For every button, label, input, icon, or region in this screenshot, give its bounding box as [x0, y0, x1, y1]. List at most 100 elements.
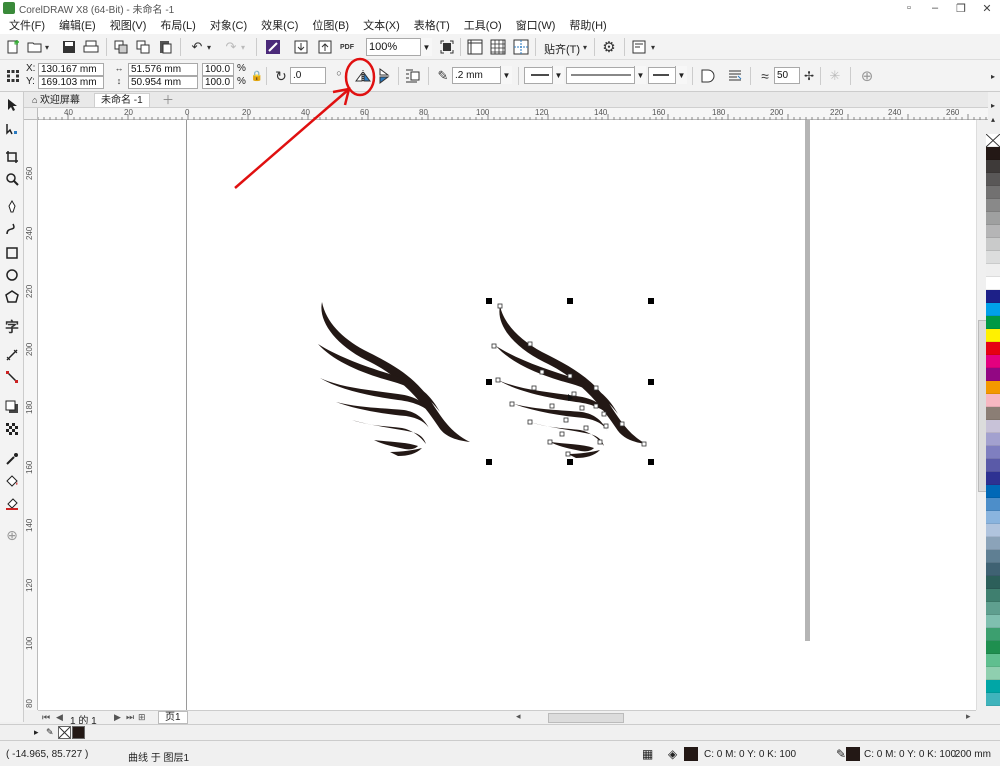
- page-tab[interactable]: 页1: [158, 711, 188, 724]
- paste-icon[interactable]: [156, 38, 174, 56]
- palette-swatch[interactable]: [986, 589, 1000, 602]
- handle-middle-left[interactable]: [486, 379, 492, 385]
- doc-palette-black-swatch[interactable]: [72, 726, 85, 739]
- palette-swatch[interactable]: [986, 498, 1000, 511]
- full-screen-icon[interactable]: [438, 38, 456, 56]
- horizontal-ruler[interactable]: 40 20 0 20 40 60 80 100 120 140 160 180 …: [38, 108, 988, 120]
- outline-width-dropdown-icon[interactable]: ▼: [500, 66, 512, 84]
- line-style-field[interactable]: [566, 67, 636, 84]
- palette-swatch[interactable]: [986, 212, 1000, 225]
- node-spread-icon[interactable]: ✳: [826, 67, 844, 85]
- window-help-icon[interactable]: ▫: [896, 2, 922, 15]
- application-launcher-icon[interactable]: [630, 38, 648, 56]
- last-page-icon[interactable]: ⏭: [126, 712, 134, 723]
- palette-swatch[interactable]: [986, 186, 1000, 199]
- palette-swatch[interactable]: [986, 225, 1000, 238]
- fill-indicator-icon[interactable]: ◈: [668, 747, 677, 761]
- palette-swatch[interactable]: [986, 342, 1000, 355]
- polygon-tool-icon[interactable]: [3, 288, 21, 306]
- object-width-field[interactable]: 51.576 mm: [128, 63, 198, 76]
- menu-bitmaps[interactable]: 位图(B): [307, 17, 358, 33]
- wing-left-object[interactable]: [314, 300, 474, 460]
- eyedropper-tool-icon[interactable]: [3, 450, 21, 468]
- palette-swatch[interactable]: [986, 472, 1000, 485]
- menu-layout[interactable]: 布局(L): [155, 17, 204, 33]
- palette-swatch[interactable]: [986, 407, 1000, 420]
- scale-width-field[interactable]: 100.0: [202, 63, 234, 76]
- lock-ratio-icon[interactable]: 🔒: [248, 67, 266, 85]
- palette-swatch[interactable]: [986, 329, 1000, 342]
- handle-top-left[interactable]: [486, 298, 492, 304]
- menu-object[interactable]: 对象(C): [205, 17, 256, 33]
- tab-document[interactable]: 未命名 -1: [94, 93, 150, 107]
- freehand-tool-icon[interactable]: [3, 198, 21, 216]
- palette-swatch[interactable]: [986, 628, 1000, 641]
- palette-swatch[interactable]: [986, 173, 1000, 186]
- menu-file[interactable]: 文件(F): [4, 17, 54, 33]
- menu-text[interactable]: 文本(X): [358, 17, 409, 33]
- property-bar-overflow-icon[interactable]: ▸: [988, 67, 998, 85]
- open-dropdown-icon[interactable]: ▾: [42, 38, 52, 56]
- selection-handles[interactable]: [484, 298, 654, 468]
- scroll-left-icon[interactable]: ◂: [516, 711, 521, 722]
- undo-dropdown-icon[interactable]: ▾: [204, 38, 214, 56]
- zoom-tool-icon[interactable]: [3, 170, 21, 188]
- wrap-text-icon[interactable]: [404, 67, 422, 85]
- previous-page-icon[interactable]: ◀: [56, 712, 63, 723]
- palette-swatch[interactable]: [986, 693, 1000, 706]
- palette-swatch[interactable]: [986, 680, 1000, 693]
- palette-swatch[interactable]: [986, 355, 1000, 368]
- mirror-vertical-icon[interactable]: [376, 67, 394, 85]
- palette-swatch[interactable]: [986, 420, 1000, 433]
- handle-middle-right[interactable]: [648, 379, 654, 385]
- publish-pdf-icon[interactable]: PDF: [338, 38, 356, 56]
- scale-height-field[interactable]: 100.0: [202, 76, 234, 89]
- handle-top-center[interactable]: [567, 298, 573, 304]
- object-origin-icon[interactable]: [4, 67, 22, 85]
- palette-swatch[interactable]: [986, 524, 1000, 537]
- ellipse-tool-icon[interactable]: [3, 266, 21, 284]
- palette-swatch[interactable]: [986, 602, 1000, 615]
- handle-bottom-left[interactable]: [486, 459, 492, 465]
- add-page-icon[interactable]: ⊞: [138, 712, 146, 723]
- x-position-field[interactable]: 130.167 mm: [38, 63, 104, 76]
- outline-color-chip[interactable]: [846, 747, 860, 761]
- rectangle-tool-icon[interactable]: [3, 244, 21, 262]
- palette-swatch[interactable]: [986, 459, 1000, 472]
- palette-swatch[interactable]: [986, 576, 1000, 589]
- curve-smoothing-field[interactable]: 50: [774, 67, 800, 84]
- horizontal-scroll-thumb[interactable]: [548, 713, 624, 723]
- interactive-fill-tool-icon[interactable]: [3, 472, 21, 490]
- handle-top-right[interactable]: [648, 298, 654, 304]
- end-arrowhead-dropdown-icon[interactable]: ▼: [675, 66, 687, 84]
- palette-swatch[interactable]: [986, 277, 1000, 290]
- palette-swatch[interactable]: [986, 316, 1000, 329]
- palette-swatch[interactable]: [986, 641, 1000, 654]
- tab-welcome-screen[interactable]: ⌂ 欢迎屏幕: [26, 93, 86, 107]
- palette-swatch[interactable]: [986, 394, 1000, 407]
- snap-to-menu[interactable]: 贴齐(T): [544, 41, 580, 57]
- object-height-field[interactable]: 50.954 mm: [128, 76, 198, 89]
- palette-swatch[interactable]: [986, 511, 1000, 524]
- smoothing-slider-icon[interactable]: ✢: [800, 67, 818, 85]
- palette-swatch[interactable]: [986, 264, 1000, 277]
- scroll-right-icon[interactable]: ▸: [966, 711, 971, 722]
- handle-bottom-center[interactable]: [567, 459, 573, 465]
- line-style-dropdown-icon[interactable]: ▼: [634, 66, 646, 84]
- palette-swatch[interactable]: [986, 147, 1000, 160]
- restore-button[interactable]: ❐: [948, 2, 974, 15]
- pick-tool-icon[interactable]: [3, 96, 21, 114]
- menu-edit[interactable]: 编辑(E): [54, 17, 105, 33]
- search-content-icon[interactable]: [264, 38, 282, 56]
- palette-swatch[interactable]: [986, 654, 1000, 667]
- smart-fill-tool-icon[interactable]: [3, 494, 21, 512]
- palette-swatch[interactable]: [986, 199, 1000, 212]
- palette-swatch[interactable]: [986, 537, 1000, 550]
- close-curve-icon[interactable]: [698, 67, 716, 85]
- copy-icon[interactable]: [134, 38, 152, 56]
- mirror-horizontal-icon[interactable]: [354, 67, 372, 85]
- palette-swatch[interactable]: [986, 160, 1000, 173]
- palette-swatch[interactable]: [986, 433, 1000, 446]
- export-arrow-icon[interactable]: [316, 38, 334, 56]
- parallel-dimension-tool-icon[interactable]: [3, 346, 21, 364]
